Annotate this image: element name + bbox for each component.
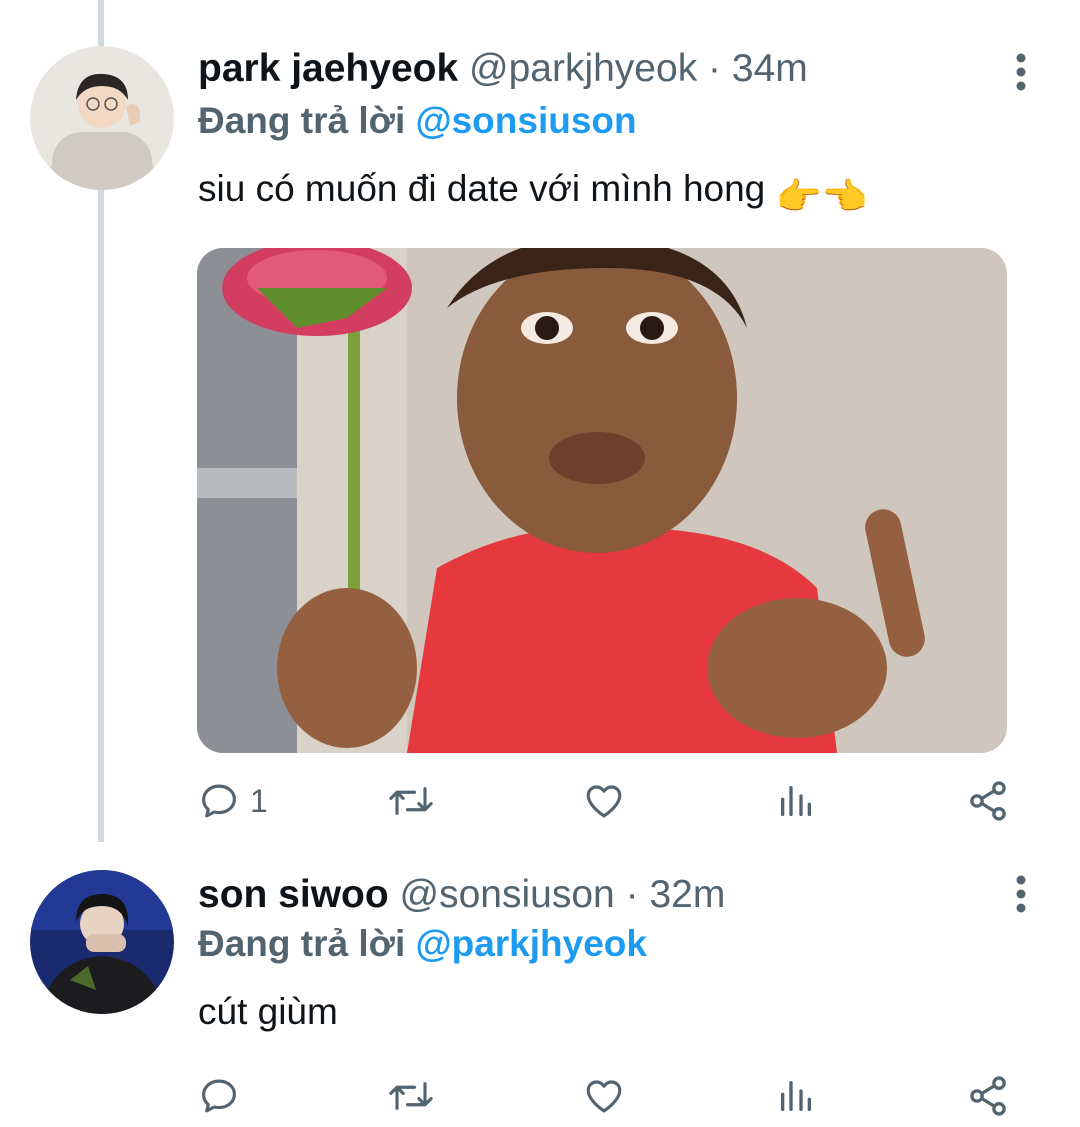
- replying-to: Đang trả lời @sonsiuson: [198, 99, 637, 143]
- reply-prefix: Đang trả lời: [198, 100, 406, 141]
- more-vertical-icon: [1016, 53, 1026, 91]
- share-button[interactable]: [966, 1073, 1010, 1119]
- retweet-icon: [389, 787, 433, 815]
- tweet-actions: [0, 1065, 1080, 1125]
- more-vertical-icon: [1016, 875, 1026, 913]
- retweet-button[interactable]: [386, 778, 436, 824]
- avatar[interactable]: [30, 46, 174, 190]
- views-button[interactable]: [776, 778, 816, 824]
- share-icon: [970, 1076, 1006, 1116]
- like-button[interactable]: [582, 778, 626, 824]
- tweet[interactable]: park jaehyeok @parkjhyeok · 34m Đang trả…: [0, 0, 1080, 850]
- reply-button[interactable]: [198, 1073, 250, 1119]
- heart-icon: [586, 1080, 622, 1113]
- separator: ·: [625, 873, 639, 916]
- replying-to: Đang trả lời @parkjhyeok: [198, 922, 647, 966]
- heart-icon: [586, 785, 622, 818]
- photo-child-with-rose: [197, 248, 1007, 753]
- views-icon: [781, 786, 811, 816]
- reply-prefix: Đang trả lời: [198, 923, 406, 964]
- timestamp[interactable]: 34m: [732, 47, 808, 90]
- tweet-header: son siwoo @sonsiuson · 32m: [198, 872, 725, 918]
- share-icon: [970, 781, 1006, 821]
- tweet-photo[interactable]: [197, 248, 1007, 753]
- tweet-text-content: cút giùm: [198, 991, 338, 1032]
- more-options-button[interactable]: [1004, 48, 1038, 98]
- retweet-button[interactable]: [386, 1073, 436, 1119]
- author-name[interactable]: son siwoo: [198, 873, 389, 916]
- share-button[interactable]: [966, 778, 1010, 824]
- tweet-text-content: siu có muốn đi date với mình hong: [198, 168, 766, 209]
- tweet-header: park jaehyeok @parkjhyeok · 34m: [198, 46, 808, 92]
- tweet[interactable]: son siwoo @sonsiuson · 32m Đang trả lời …: [0, 860, 1080, 1127]
- retweet-icon: [389, 1082, 433, 1110]
- reply-count: 1: [250, 782, 268, 819]
- like-button[interactable]: [582, 1073, 626, 1119]
- reply-button[interactable]: 1: [198, 778, 268, 824]
- tweet-text: siu có muốn đi date với mình hong 👉👈: [198, 167, 868, 219]
- avatar[interactable]: [30, 870, 174, 1014]
- separator: ·: [708, 47, 722, 90]
- reply-icon: [202, 784, 236, 818]
- reply-mention-link[interactable]: @sonsiuson: [416, 100, 637, 141]
- pointing-fingers-emoji: 👉👈: [775, 176, 868, 217]
- reply-icon: [202, 1079, 236, 1113]
- tweet-actions: 1: [0, 770, 1080, 830]
- views-button[interactable]: [776, 1073, 816, 1119]
- reply-mention-link[interactable]: @parkjhyeok: [416, 923, 647, 964]
- author-name[interactable]: park jaehyeok: [198, 47, 458, 90]
- timestamp[interactable]: 32m: [649, 873, 725, 916]
- more-options-button[interactable]: [1004, 870, 1038, 920]
- author-handle[interactable]: @parkjhyeok: [469, 47, 697, 90]
- tweet-text: cút giùm: [198, 990, 338, 1034]
- author-handle[interactable]: @sonsiuson: [400, 873, 615, 916]
- views-icon: [781, 1081, 811, 1111]
